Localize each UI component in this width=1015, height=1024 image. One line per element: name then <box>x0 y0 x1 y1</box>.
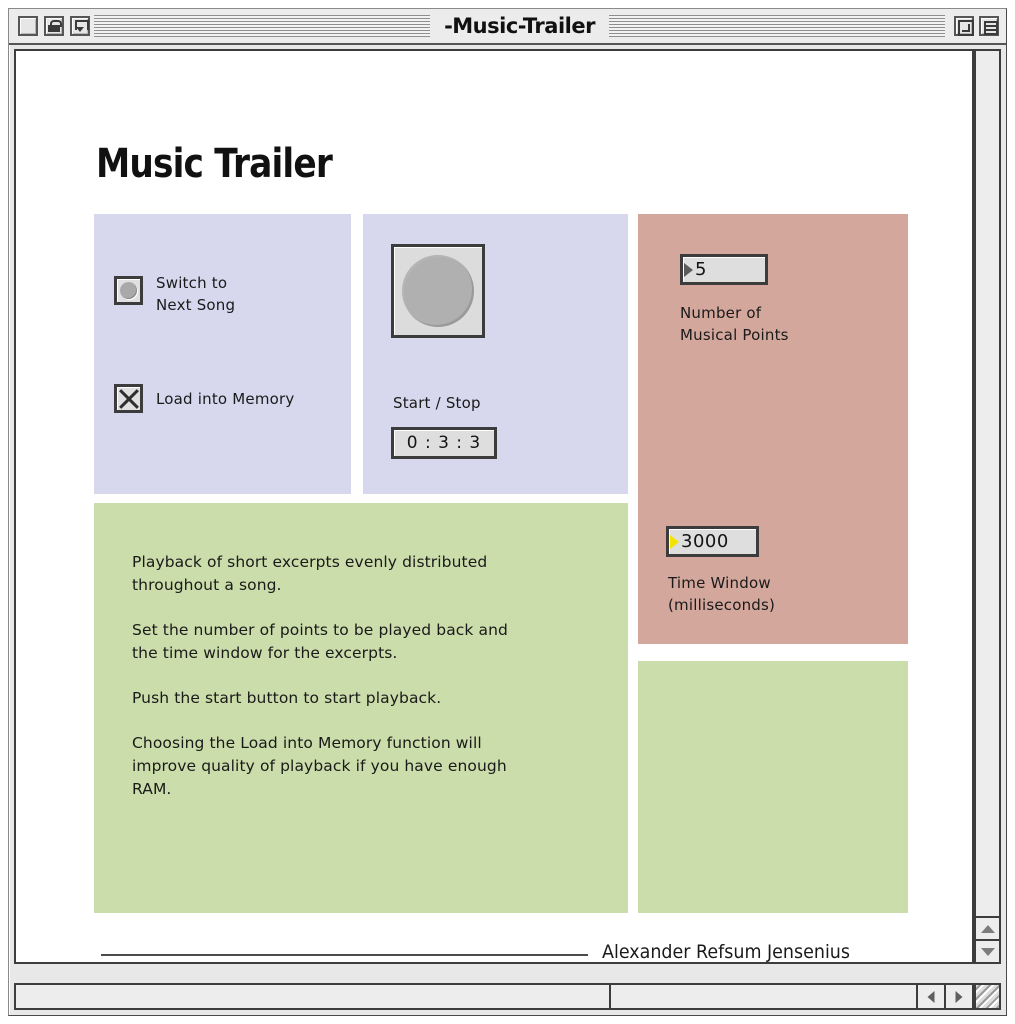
lock-icon[interactable] <box>44 16 64 36</box>
scroll-right-arrow-icon[interactable] <box>944 985 972 1008</box>
switch-label-line-2: Next Song <box>156 296 236 314</box>
instruction-paragraph: Playback of short excerpts evenly distri… <box>132 553 488 594</box>
number-of-points-value: 5 <box>695 258 707 280</box>
switch-to-next-song-toggle[interactable] <box>114 276 143 305</box>
grow-box-lines-icon <box>976 985 999 1008</box>
vertical-scrollbar[interactable] <box>974 49 1001 964</box>
author-signature: Alexander Refsum Jensenius <box>602 941 850 963</box>
titlebar-stripes-left <box>94 15 431 37</box>
close-button-icon[interactable] <box>18 16 38 36</box>
settings-panel: 5 Number of Musical Points 3000 Time Win… <box>638 214 908 644</box>
horizontal-scrollbar-thumb[interactable] <box>16 985 611 1008</box>
window-label-line-2: (milliseconds) <box>668 596 776 614</box>
page-title: Music Trailer <box>96 141 333 187</box>
transport-panel: Start / Stop 0 : 3 : 3 <box>363 214 628 494</box>
titlebar-stripes-right <box>608 15 946 37</box>
horizontal-scrollbar[interactable] <box>14 983 974 1010</box>
increment-triangle-icon[interactable] <box>670 534 679 549</box>
elapsed-time-display: 0 : 3 : 3 <box>391 427 497 459</box>
triangle-up-glyph <box>980 924 995 933</box>
triangle-left-glyph <box>927 990 935 1003</box>
signature-rule <box>101 954 588 956</box>
zoom-box-icon[interactable] <box>954 16 975 36</box>
load-into-memory-checkbox[interactable] <box>114 384 143 413</box>
zoom-outer-square <box>958 20 975 36</box>
lock-body <box>48 25 60 32</box>
instruction-paragraph: Choosing the Load into Memory function w… <box>132 734 507 798</box>
collapse-arrow <box>76 27 84 32</box>
time-window-label: Time Window (milliseconds) <box>668 572 775 616</box>
number-of-points-label: Number of Musical Points <box>680 302 789 346</box>
window-shade-icon[interactable] <box>979 16 1000 36</box>
points-label-line-1: Number of <box>680 304 762 322</box>
window-label-line-1: Time Window <box>668 574 771 592</box>
number-of-points-input[interactable]: 5 <box>680 254 768 285</box>
controls-panel: Switch to Next Song Load into Memory <box>94 214 351 494</box>
collapse-icon[interactable] <box>70 16 90 36</box>
toggle-knob <box>120 282 137 299</box>
window-content: Music Trailer Switch to Next Song Load i… <box>14 49 974 964</box>
titlebar-right-buttons <box>949 16 1000 36</box>
start-stop-circle-icon <box>402 255 474 327</box>
scroll-up-arrow-icon[interactable] <box>976 916 999 939</box>
load-into-memory-label: Load into Memory <box>156 390 295 408</box>
scroll-left-arrow-icon[interactable] <box>916 985 944 1008</box>
increment-triangle-icon[interactable] <box>684 262 693 277</box>
shade-lines <box>984 21 999 35</box>
instructions-panel: Playback of short excerpts evenly distri… <box>94 503 628 913</box>
resize-grow-box[interactable] <box>974 983 1001 1010</box>
triangle-down-glyph <box>980 947 995 956</box>
points-label-line-2: Musical Points <box>680 326 789 344</box>
start-stop-button[interactable] <box>391 244 485 338</box>
zoom-inner-square <box>962 24 971 32</box>
start-stop-label: Start / Stop <box>393 394 481 412</box>
triangle-right-glyph <box>955 990 963 1003</box>
window-title: -Music-Trailer <box>434 15 605 37</box>
instruction-paragraph: Set the number of points to be played ba… <box>132 621 508 662</box>
time-window-input[interactable]: 3000 <box>666 526 759 557</box>
empty-display-panel <box>638 661 908 913</box>
instruction-paragraph: Push the start button to start playback. <box>132 689 442 707</box>
title-bar[interactable]: -Music-Trailer <box>9 9 1006 45</box>
switch-to-next-song-label: Switch to Next Song <box>156 272 235 316</box>
time-window-value: 3000 <box>681 530 729 552</box>
application-window: -Music-Trailer Music Trailer Switch to N… <box>8 8 1007 1016</box>
scroll-down-arrow-icon[interactable] <box>976 939 999 962</box>
instructions-text: Playback of short excerpts evenly distri… <box>132 551 532 801</box>
switch-label-line-1: Switch to <box>156 274 228 292</box>
